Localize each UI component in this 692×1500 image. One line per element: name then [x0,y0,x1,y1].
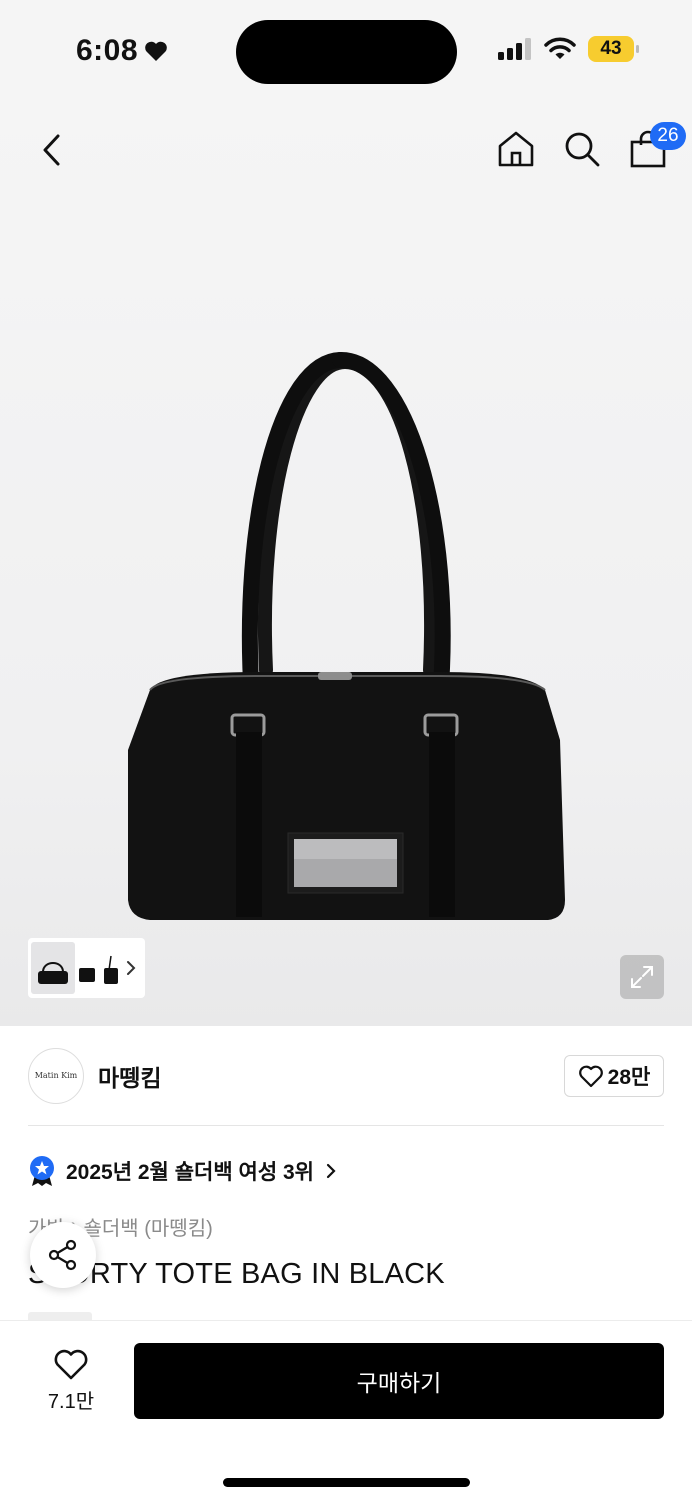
thumbnail-image [79,968,95,982]
chevron-right-icon [127,961,136,975]
brand-like-count: 28만 [607,1065,651,1089]
brand-logo[interactable]: Matin Kim [28,1047,84,1104]
status-indicators: 43 [498,36,639,62]
expand-icon [631,966,653,988]
thumbnail-strip[interactable] [28,938,145,998]
breadcrumb-item[interactable]: 숄더백 (마뗑킴) [83,1212,212,1241]
battery-indicator: 43 [588,36,639,62]
wifi-icon [544,37,576,59]
dynamic-island [236,20,457,84]
heart-filled-icon [145,41,167,61]
brand-row[interactable]: Matin Kim 마뗑킴 28만 [28,1026,664,1126]
bottom-action-bar: 7.1만 구매하기 [0,1320,692,1500]
brand-name[interactable]: 마뗑킴 [98,1059,161,1093]
buy-button[interactable]: 구매하기 [134,1343,664,1419]
product-image-area[interactable]: 26 [0,100,692,1026]
bag-handle-back [241,351,451,708]
status-bar: 6:08 43 [0,0,692,100]
heart-outline-icon [578,1065,603,1087]
chevron-right-icon [326,1163,336,1179]
thumbnail-3[interactable] [99,942,123,994]
thumbnail-image [104,955,118,984]
thumbnail-image [38,962,68,984]
product-photo [128,351,565,920]
share-button[interactable] [30,1222,96,1288]
share-icon [48,1239,77,1271]
signal-icon [498,38,531,60]
thumbnail-2[interactable] [75,942,99,994]
thumbnail-1[interactable] [31,942,75,994]
rank-badge-icon [30,1156,54,1186]
ranking-link[interactable]: 2025년 2월 숄더백 여성 3위 [28,1155,338,1187]
wishlist-button[interactable]: 7.1만 [36,1349,106,1414]
ranking-text: 2025년 2월 숄더백 여성 3위 [66,1161,314,1184]
wishlist-count: 7.1만 [47,1391,95,1413]
fullscreen-button[interactable] [620,955,664,999]
home-indicator [223,1478,470,1487]
heart-outline-icon [54,1349,88,1380]
brand-like-button[interactable]: 28만 [564,1054,664,1097]
status-time: 6:08 [76,34,168,68]
status-time-text: 6:08 [76,34,139,67]
